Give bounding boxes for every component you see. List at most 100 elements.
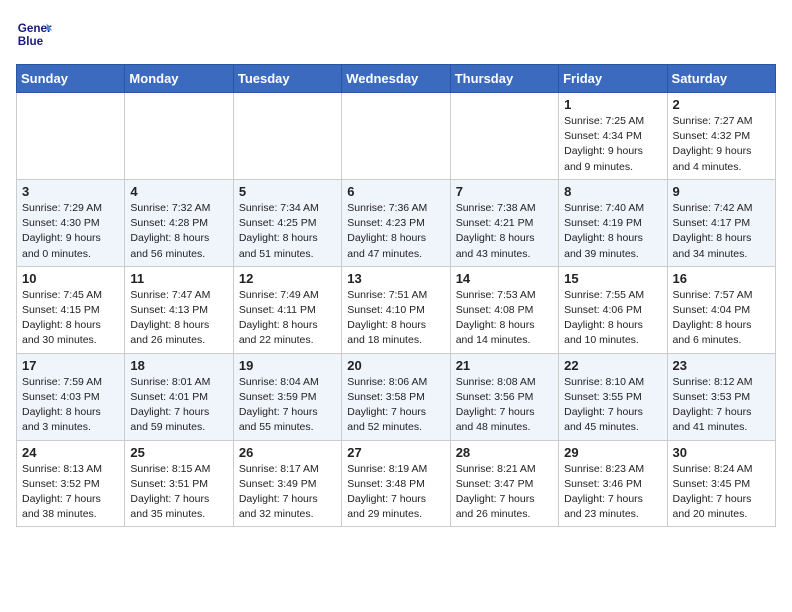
calendar-cell: 23 Sunrise: 8:12 AM Sunset: 3:53 PM Dayli… [667,353,775,440]
weekday-header-monday: Monday [125,65,233,93]
calendar-cell: 19 Sunrise: 8:04 AM Sunset: 3:59 PM Dayli… [233,353,341,440]
day-number: 5 [239,184,336,199]
svg-text:Blue: Blue [18,35,44,48]
calendar-cell: 28 Sunrise: 8:21 AM Sunset: 3:47 PM Dayli… [450,440,558,527]
weekday-header-sunday: Sunday [17,65,125,93]
calendar-cell [233,93,341,180]
calendar-week-row: 10 Sunrise: 7:45 AM Sunset: 4:15 PM Dayli… [17,266,776,353]
calendar-cell: 12Sunrise: 7:49 AM Sunset: 4:11 PM Dayli… [233,266,341,353]
day-number: 8 [564,184,661,199]
day-number: 22 [564,358,661,373]
day-info: Sunrise: 7:32 AM Sunset: 4:28 PM Dayligh… [130,201,227,262]
calendar-cell: 14 Sunrise: 7:53 AM Sunset: 4:08 PM Dayli… [450,266,558,353]
day-info: Sunrise: 7:55 AM Sunset: 4:06 PM Dayligh… [564,288,661,349]
calendar-cell [125,93,233,180]
day-info: Sunrise: 8:17 AM Sunset: 3:49 PM Dayligh… [239,462,336,523]
page-header: General Blue [16,16,776,52]
day-number: 11 [130,271,227,286]
weekday-header-friday: Friday [559,65,667,93]
calendar-cell: 20 Sunrise: 8:06 AM Sunset: 3:58 PM Dayli… [342,353,450,440]
calendar-cell: 29 Sunrise: 8:23 AM Sunset: 3:46 PM Dayli… [559,440,667,527]
day-number: 12 [239,271,336,286]
weekday-header-saturday: Saturday [667,65,775,93]
day-info: Sunrise: 8:06 AM Sunset: 3:58 PM Dayligh… [347,375,444,436]
calendar-week-row: 3 Sunrise: 7:29 AM Sunset: 4:30 PM Daylig… [17,179,776,266]
day-info: Sunrise: 7:47 AM Sunset: 4:13 PM Dayligh… [130,288,227,349]
day-number: 10 [22,271,119,286]
calendar-cell: 30 Sunrise: 8:24 AM Sunset: 3:45 PM Dayli… [667,440,775,527]
day-number: 16 [673,271,770,286]
calendar-cell: 5 Sunrise: 7:34 AM Sunset: 4:25 PM Daylig… [233,179,341,266]
day-number: 25 [130,445,227,460]
calendar-cell: 22 Sunrise: 8:10 AM Sunset: 3:55 PM Dayli… [559,353,667,440]
day-number: 21 [456,358,553,373]
day-info: Sunrise: 7:36 AM Sunset: 4:23 PM Dayligh… [347,201,444,262]
weekday-header-tuesday: Tuesday [233,65,341,93]
day-info: Sunrise: 8:15 AM Sunset: 3:51 PM Dayligh… [130,462,227,523]
calendar-cell [342,93,450,180]
day-number: 2 [673,97,770,112]
day-number: 29 [564,445,661,460]
calendar-cell: 24Sunrise: 8:13 AM Sunset: 3:52 PM Dayli… [17,440,125,527]
calendar-cell: 9Sunrise: 7:42 AM Sunset: 4:17 PM Daylig… [667,179,775,266]
day-info: Sunrise: 8:01 AM Sunset: 4:01 PM Dayligh… [130,375,227,436]
day-info: Sunrise: 8:19 AM Sunset: 3:48 PM Dayligh… [347,462,444,523]
calendar-cell: 7 Sunrise: 7:38 AM Sunset: 4:21 PM Daylig… [450,179,558,266]
day-info: Sunrise: 8:04 AM Sunset: 3:59 PM Dayligh… [239,375,336,436]
calendar-cell: 18 Sunrise: 8:01 AM Sunset: 4:01 PM Dayli… [125,353,233,440]
calendar-cell: 4 Sunrise: 7:32 AM Sunset: 4:28 PM Daylig… [125,179,233,266]
day-info: Sunrise: 7:40 AM Sunset: 4:19 PM Dayligh… [564,201,661,262]
calendar-cell: 21 Sunrise: 8:08 AM Sunset: 3:56 PM Dayli… [450,353,558,440]
day-info: Sunrise: 7:42 AM Sunset: 4:17 PM Dayligh… [673,201,770,262]
day-number: 23 [673,358,770,373]
day-number: 20 [347,358,444,373]
weekday-header-thursday: Thursday [450,65,558,93]
calendar-week-row: 17 Sunrise: 7:59 AM Sunset: 4:03 PM Dayli… [17,353,776,440]
day-number: 18 [130,358,227,373]
day-number: 28 [456,445,553,460]
day-info: Sunrise: 7:51 AM Sunset: 4:10 PM Dayligh… [347,288,444,349]
day-info: Sunrise: 8:10 AM Sunset: 3:55 PM Dayligh… [564,375,661,436]
calendar-cell: 27 Sunrise: 8:19 AM Sunset: 3:48 PM Dayli… [342,440,450,527]
calendar-cell: 15Sunrise: 7:55 AM Sunset: 4:06 PM Dayli… [559,266,667,353]
day-number: 30 [673,445,770,460]
day-info: Sunrise: 8:24 AM Sunset: 3:45 PM Dayligh… [673,462,770,523]
calendar-cell: 2 Sunrise: 7:27 AM Sunset: 4:32 PM Daylig… [667,93,775,180]
calendar-cell: 26 Sunrise: 8:17 AM Sunset: 3:49 PM Dayli… [233,440,341,527]
calendar-cell: 8 Sunrise: 7:40 AM Sunset: 4:19 PM Daylig… [559,179,667,266]
day-info: Sunrise: 8:12 AM Sunset: 3:53 PM Dayligh… [673,375,770,436]
day-info: Sunrise: 7:59 AM Sunset: 4:03 PM Dayligh… [22,375,119,436]
day-info: Sunrise: 7:53 AM Sunset: 4:08 PM Dayligh… [456,288,553,349]
calendar-cell: 11 Sunrise: 7:47 AM Sunset: 4:13 PM Dayli… [125,266,233,353]
calendar-cell [17,93,125,180]
day-info: Sunrise: 8:21 AM Sunset: 3:47 PM Dayligh… [456,462,553,523]
day-number: 17 [22,358,119,373]
calendar-cell [450,93,558,180]
calendar-table: SundayMondayTuesdayWednesdayThursdayFrid… [16,64,776,527]
calendar-cell: 16Sunrise: 7:57 AM Sunset: 4:04 PM Dayli… [667,266,775,353]
day-number: 26 [239,445,336,460]
day-info: Sunrise: 8:08 AM Sunset: 3:56 PM Dayligh… [456,375,553,436]
day-info: Sunrise: 8:23 AM Sunset: 3:46 PM Dayligh… [564,462,661,523]
calendar-cell: 6 Sunrise: 7:36 AM Sunset: 4:23 PM Daylig… [342,179,450,266]
day-number: 27 [347,445,444,460]
day-number: 7 [456,184,553,199]
day-number: 19 [239,358,336,373]
day-number: 6 [347,184,444,199]
day-number: 13 [347,271,444,286]
day-info: Sunrise: 7:29 AM Sunset: 4:30 PM Dayligh… [22,201,119,262]
logo: General Blue [16,16,58,52]
day-info: Sunrise: 7:38 AM Sunset: 4:21 PM Dayligh… [456,201,553,262]
day-info: Sunrise: 7:45 AM Sunset: 4:15 PM Dayligh… [22,288,119,349]
day-info: Sunrise: 8:13 AM Sunset: 3:52 PM Dayligh… [22,462,119,523]
day-number: 14 [456,271,553,286]
calendar-cell: 25 Sunrise: 8:15 AM Sunset: 3:51 PM Dayli… [125,440,233,527]
weekday-header-row: SundayMondayTuesdayWednesdayThursdayFrid… [17,65,776,93]
day-info: Sunrise: 7:25 AM Sunset: 4:34 PM Dayligh… [564,114,661,175]
calendar-cell: 13 Sunrise: 7:51 AM Sunset: 4:10 PM Dayli… [342,266,450,353]
calendar-cell: 10 Sunrise: 7:45 AM Sunset: 4:15 PM Dayli… [17,266,125,353]
day-info: Sunrise: 7:34 AM Sunset: 4:25 PM Dayligh… [239,201,336,262]
day-info: Sunrise: 7:27 AM Sunset: 4:32 PM Dayligh… [673,114,770,175]
day-number: 4 [130,184,227,199]
day-number: 3 [22,184,119,199]
